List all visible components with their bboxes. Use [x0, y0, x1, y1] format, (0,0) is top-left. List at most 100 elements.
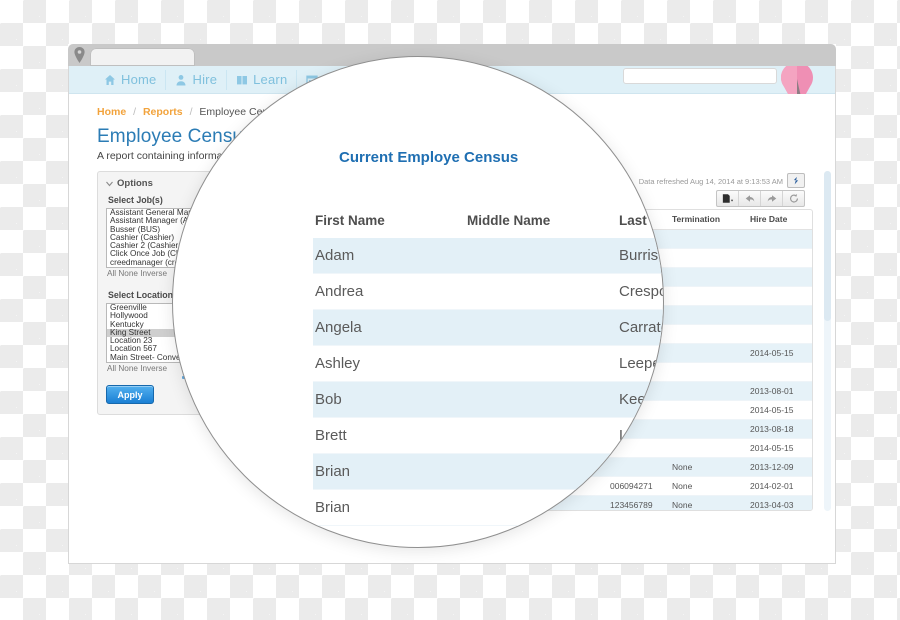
cell-hire-date: 2013-08-01 [744, 381, 812, 401]
cell-termination: None [666, 457, 744, 477]
refresh-glyph-icon [793, 176, 799, 184]
map-pin-icon [74, 47, 85, 63]
mag-cell-middle-name [465, 238, 617, 274]
back-arrow-icon[interactable] [738, 191, 760, 206]
cell-termination [666, 343, 744, 363]
cell-termination [666, 286, 744, 306]
cell-termination [666, 400, 744, 420]
cell-termination [666, 362, 744, 382]
forward-arrow-glyph-icon [767, 195, 776, 202]
mag-col-middle-name: Middle Name [467, 213, 551, 228]
cell-termination [666, 229, 744, 249]
magnified-table-row: Brett Link [313, 417, 663, 454]
cell-hire-date: 2013-12-09 [744, 457, 812, 477]
cell-termination [666, 267, 744, 287]
cell-hire-date [744, 286, 812, 306]
cell-termination [666, 438, 744, 458]
mag-cell-first-name: Brett [313, 417, 465, 454]
cell-hire-date [744, 305, 812, 325]
cell-hire-date [744, 229, 812, 249]
reload-glyph-icon [789, 194, 798, 203]
magnified-header-row: First Name Middle Name Last Name [313, 207, 663, 238]
mag-cell-last-name: Philips [617, 453, 663, 490]
nav-item-learn[interactable]: Learn [226, 69, 296, 90]
breadcrumb-separator-2: / [189, 106, 193, 118]
report-scrollbar[interactable] [824, 171, 831, 511]
cell-hire-date [744, 267, 812, 287]
chevron-down-icon [106, 181, 113, 187]
reload-icon[interactable] [782, 191, 804, 206]
cell-termination: None [666, 476, 744, 496]
mag-cell-first-name: Angela [313, 309, 465, 346]
breadcrumb-separator-1: / [133, 106, 137, 118]
mag-cell-middle-name [465, 309, 617, 346]
breadcrumb-reports[interactable]: Reports [143, 106, 183, 118]
cell-hire-date: 2013-08-18 [744, 419, 812, 439]
mag-cell-first-name: Adam [313, 238, 465, 274]
export-document-icon[interactable] [717, 191, 738, 206]
magnifier-lens: Current Employe Census First Name Middle… [172, 56, 664, 548]
nav-label-home: Home [121, 72, 157, 87]
mag-cell-middle-name [465, 273, 617, 310]
cell-termination [666, 381, 744, 401]
nav-item-hire[interactable]: Hire [165, 69, 226, 90]
mag-cell-first-name: Brian [313, 489, 465, 526]
browser-tab[interactable] [90, 48, 195, 66]
nav-label-hire: Hire [192, 72, 218, 87]
apply-button[interactable]: Apply [106, 385, 154, 404]
mag-cell-last-name: Crespo [617, 273, 663, 310]
cell-termination [666, 248, 744, 268]
mag-cell-last-name: Taylor [617, 489, 663, 526]
person-icon [176, 74, 186, 85]
mag-cell-first-name: Brian [313, 453, 465, 490]
mag-cell-middle-name [465, 381, 617, 418]
cell-termination [666, 324, 744, 344]
magnified-table-row: Andrea Crespo [313, 273, 663, 310]
export-doc-glyph-icon [722, 194, 733, 203]
breadcrumb-home[interactable]: Home [97, 106, 126, 118]
mag-cell-last-name: Link [617, 417, 663, 454]
mag-col-first-name: First Name [315, 213, 385, 228]
mag-cell-first-name: Ashley [313, 345, 465, 382]
cell-hire-date: 2014-02-01 [744, 476, 812, 496]
magnified-table-head: First Name Middle Name Last Name [313, 207, 663, 238]
cell-hire-date [744, 324, 812, 344]
magnified-table-body: AdamBurrisAndreaCrespoAngelaCarratoAshle… [313, 238, 663, 526]
col-termination[interactable]: Termination [666, 210, 744, 230]
cell-hire-date: 2014-05-15 [744, 343, 812, 363]
cell-hire-date: 2014-05-15 [744, 438, 812, 458]
cell-termination [666, 305, 744, 325]
magnified-census-table: First Name Middle Name Last Name Adam Bur… [313, 207, 663, 526]
mag-cell-first-name: Bob [313, 381, 465, 418]
magnified-table-row: Ashley Leeper [313, 345, 663, 382]
mag-cell-middle-name [465, 489, 617, 526]
magnified-table-wrap: First Name Middle Name Last Name Adam Bur… [313, 207, 663, 526]
cell-termination [666, 419, 744, 439]
mag-cell-last-name: Keeney [617, 381, 663, 418]
report-refresh-text: Data refreshed Aug 14, 2014 at 9:13:53 A… [638, 177, 783, 186]
mag-cell-middle-name [465, 417, 617, 454]
magnified-table-row: Brian Philips [313, 453, 663, 490]
col-hire-date[interactable]: Hire Date [744, 210, 812, 230]
mag-col-last-name: Last Name [619, 213, 663, 228]
mag-cell-last-name: Burris [617, 238, 663, 274]
mag-cell-middle-name [465, 345, 617, 382]
back-arrow-glyph-icon [745, 195, 754, 202]
magnified-table-row: Angela Carrato [313, 309, 663, 346]
mag-cell-middle-name [465, 453, 617, 490]
cell-hire-date: 2013-04-03 [744, 495, 812, 510]
cell-hire-date [744, 248, 812, 268]
magnified-report-title: Current Employe Census [339, 149, 519, 166]
mag-cell-last-name: Leeper [617, 345, 663, 382]
book-icon [237, 75, 248, 84]
magnified-table-row: Brian Taylor [313, 489, 663, 526]
refresh-icon[interactable] [787, 173, 805, 188]
forward-arrow-icon[interactable] [760, 191, 782, 206]
cell-hire-date [744, 362, 812, 382]
mag-cell-last-name: Carrato [617, 309, 663, 346]
magnified-table-row: Adam Burris [313, 238, 663, 274]
canvas-root: Home Hire Learn Home / Reports / Employe… [0, 0, 900, 620]
nav-label-learn: Learn [253, 72, 288, 87]
omnibox-input[interactable] [623, 68, 777, 84]
nav-item-home[interactable]: Home [95, 70, 165, 90]
